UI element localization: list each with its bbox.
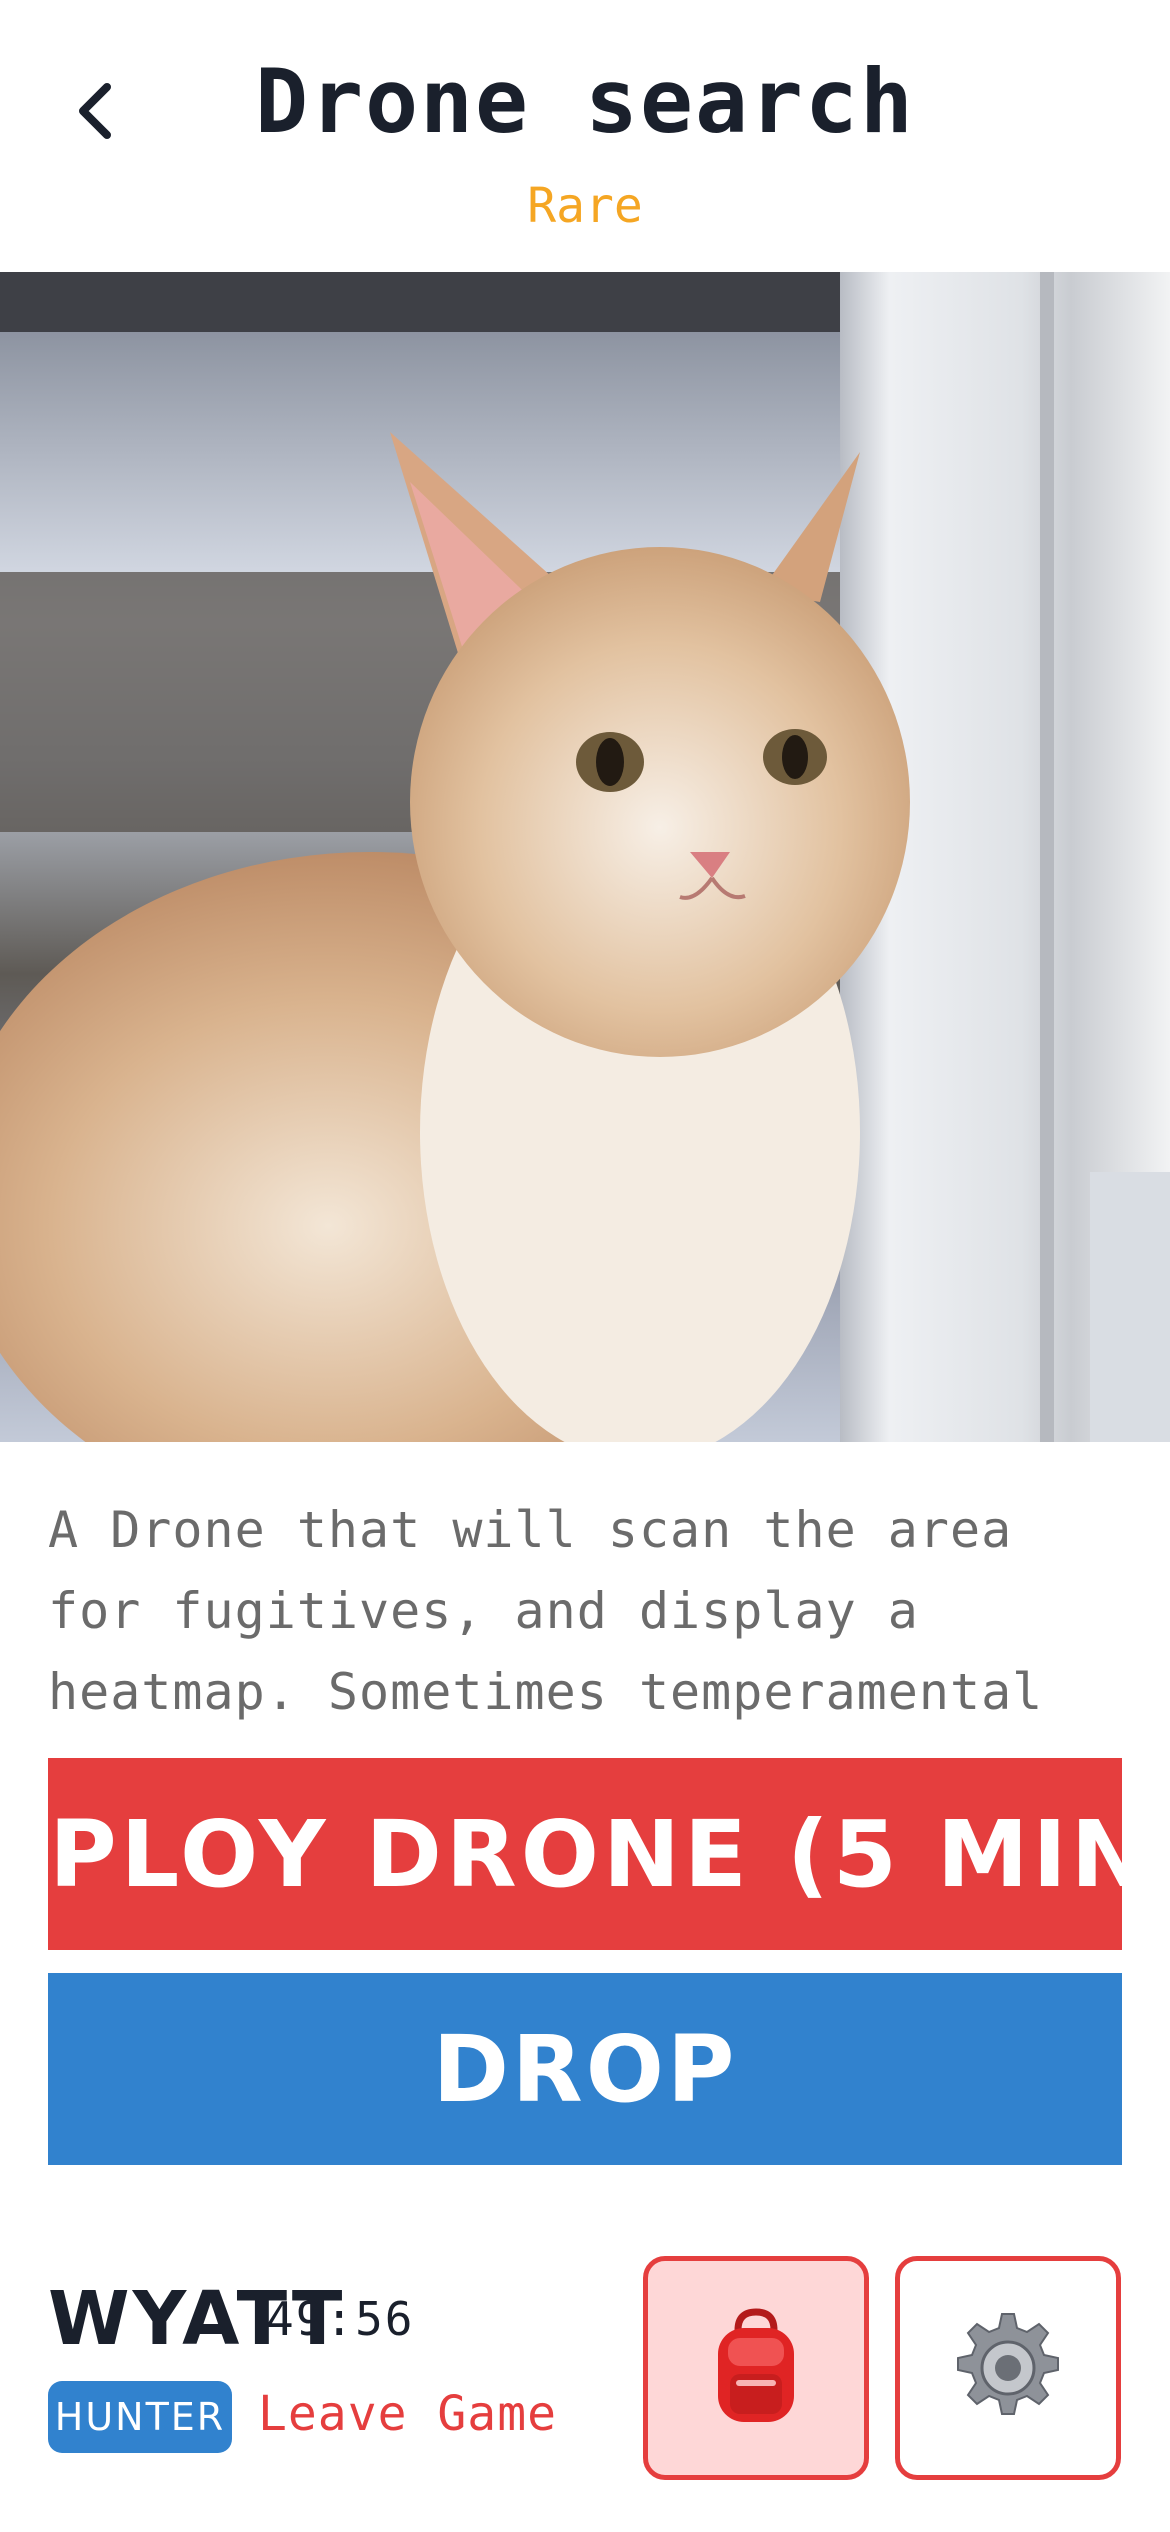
drop-button[interactable]: DROP: [48, 1973, 1122, 2165]
leave-game-link[interactable]: Leave Game: [258, 2386, 557, 2442]
game-timer: 49:56: [266, 2292, 415, 2346]
backpack-button[interactable]: [643, 2256, 869, 2480]
rarity-label: Rare: [527, 178, 643, 234]
backpack-icon: [718, 2308, 794, 2422]
deploy-drone-button[interactable]: DEPLOY DRONE (5 MINS): [48, 1758, 1122, 1950]
item-photo: [0, 272, 1170, 1442]
gear-icon: [957, 2313, 1059, 2415]
item-description: A Drone that will scan the area for fugi…: [48, 1501, 1044, 1721]
settings-button[interactable]: [895, 2256, 1121, 2480]
role-badge: HUNTER: [48, 2381, 232, 2453]
header: Drone search Rare: [0, 0, 1170, 272]
page-title: Drone search: [255, 50, 915, 153]
